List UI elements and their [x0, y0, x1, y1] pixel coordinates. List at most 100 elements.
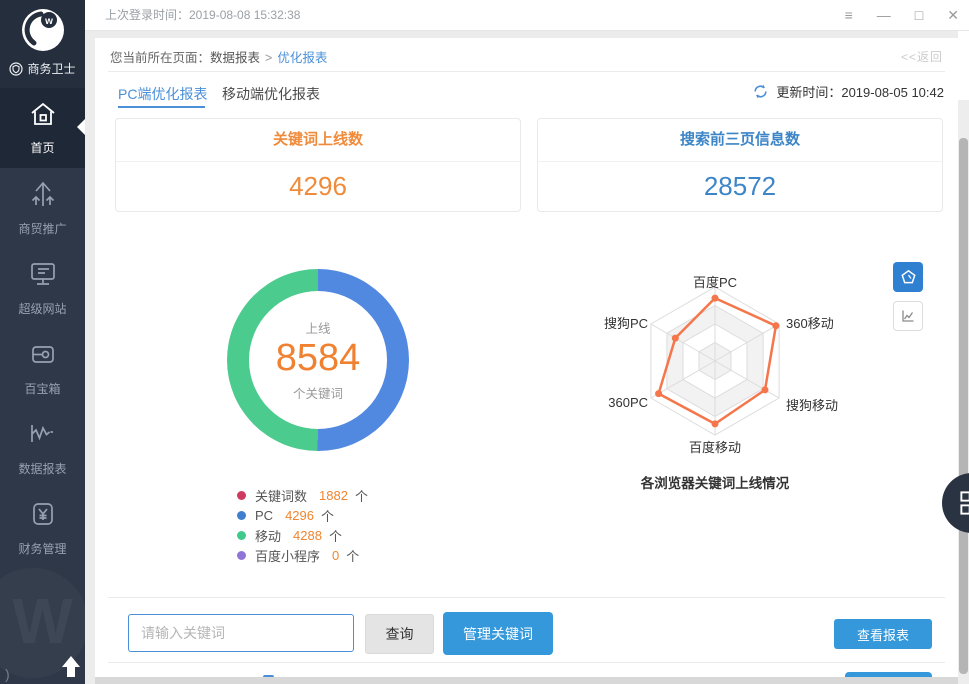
scroll-to-top-arrow[interactable]: [62, 656, 80, 677]
breadcrumb-current[interactable]: 优化报表: [277, 51, 327, 65]
legend-value: 1882: [319, 488, 348, 503]
titlebar: 上次登录时间：2019-08-08 15:32:38 ≡ — □ ✕: [85, 0, 969, 31]
stat-card-value: 4296: [116, 162, 520, 211]
sidebar-item-toolbox[interactable]: 百宝箱: [0, 328, 85, 408]
query-button[interactable]: 查询: [365, 614, 434, 654]
horizontal-scrollbar[interactable]: [95, 677, 958, 684]
update-time-text: 更新时间：2019-08-05 10:42: [776, 82, 944, 101]
breadcrumb-label: 您当前所在页面：: [110, 51, 210, 65]
donut-legend: 关键词数 1882 个 PC 4296 个 移动 4288 个 百度小程序 0 …: [237, 485, 368, 565]
donut-chart: 上线 8584 个关键词: [227, 269, 409, 451]
tab-pc-report[interactable]: PC端优化报表: [118, 84, 207, 104]
last-login-text: 上次登录时间：2019-08-08 15:32:38: [105, 0, 300, 30]
brand: 商务卫士: [0, 60, 85, 77]
close-icon[interactable]: ✕: [947, 8, 959, 22]
radar-view-button[interactable]: [893, 262, 923, 292]
keyword-input[interactable]: [128, 614, 354, 652]
sidebar-item-trade-promotion[interactable]: 商贸推广: [0, 168, 85, 248]
main-panel: 您当前所在页面：数据报表 > 优化报表 <<返回 PC端优化报表 移动端优化报表 更…: [95, 38, 958, 684]
donut-label-top: 上线: [305, 318, 330, 337]
legend-item: 关键词数 1882 个: [237, 485, 368, 505]
refresh-area: 更新时间：2019-08-05 10:42: [752, 82, 944, 101]
legend-label: 关键词数: [255, 486, 307, 505]
legend-dot: [237, 531, 246, 540]
brand-area: w 商务卫士: [0, 0, 85, 88]
radar-axis-label: 360移动: [786, 313, 834, 332]
legend-item: 移动 4288 个: [237, 525, 368, 545]
arrow-up-icon: [62, 656, 80, 667]
sidebar-item-label: 首页: [30, 139, 54, 156]
sidebar-item-label: 超级网站: [18, 300, 66, 317]
toolbox-icon: [28, 339, 58, 374]
brand-name: 商务卫士: [27, 60, 75, 77]
legend-value: 0: [332, 548, 339, 563]
app-window: w 商务卫士 首页: [0, 0, 969, 684]
line-chart-icon: [28, 419, 58, 454]
donut-label-bottom: 个关键词: [293, 383, 343, 402]
stat-card-title: 搜索前三页信息数: [538, 119, 942, 162]
home-icon: [28, 100, 58, 133]
breadcrumb-separator: >: [265, 51, 272, 65]
legend-unit: 个: [329, 526, 342, 545]
breadcrumb-section: 数据报表: [210, 51, 260, 65]
legend-item: PC 4296 个: [237, 505, 368, 525]
radar-axis-label: 搜狗移动: [786, 395, 838, 414]
refresh-icon[interactable]: [752, 83, 769, 100]
stat-card-top3-pages: 搜索前三页信息数 28572: [537, 118, 943, 212]
divider: [108, 597, 945, 598]
legend-unit: 个: [355, 486, 368, 505]
sidebar-item-label: 商贸推广: [18, 220, 66, 237]
breadcrumb: 您当前所在页面：数据报表 > 优化报表: [110, 47, 327, 66]
divider: [108, 662, 945, 663]
active-tab-underline: [118, 106, 205, 108]
stat-card-title: 关键词上线数: [116, 119, 520, 162]
sidebar-watermark-bracket: ): [5, 666, 10, 682]
sidebar-item-label: 百宝箱: [24, 380, 60, 397]
radar-axis-label: 360PC: [608, 395, 648, 410]
brand-badge-icon: [9, 62, 23, 76]
legend-dot: [237, 511, 246, 520]
sidebar-item-super-website[interactable]: 超级网站: [0, 248, 85, 328]
legend-label: 移动: [255, 526, 281, 545]
tab-mobile-report[interactable]: 移动端优化报表: [222, 84, 320, 104]
sidebar-item-label: 数据报表: [18, 460, 66, 477]
scrollbar-thumb[interactable]: [959, 138, 968, 674]
minimize-icon[interactable]: —: [877, 8, 891, 22]
stat-card-value: 28572: [538, 162, 942, 211]
window-controls: ≡ — □ ✕: [845, 0, 959, 30]
radar-chart: [635, 281, 795, 441]
sidebar: w 商务卫士 首页: [0, 0, 85, 684]
legend-dot: [237, 491, 246, 500]
pentagon-icon: [900, 269, 917, 285]
legend-label: 百度小程序: [255, 546, 320, 565]
promotion-arrows-icon: [28, 179, 58, 214]
monitor-icon: [28, 259, 58, 294]
qr-code-icon: [959, 490, 969, 516]
donut-value: 8584: [276, 337, 361, 381]
trend-view-button[interactable]: [893, 301, 923, 331]
sidebar-item-home[interactable]: 首页: [0, 88, 85, 168]
back-link[interactable]: <<返回: [901, 48, 943, 65]
sidebar-item-finance[interactable]: 财务管理: [0, 488, 85, 568]
sidebar-item-data-report[interactable]: 数据报表: [0, 408, 85, 488]
svg-text:w: w: [44, 16, 53, 27]
donut-center: 上线 8584 个关键词: [249, 291, 387, 429]
trend-chart-icon: [900, 308, 916, 324]
yuan-icon: [28, 499, 58, 534]
legend-label: PC: [255, 508, 273, 523]
active-item-notch: [77, 119, 85, 135]
manage-keywords-button[interactable]: 管理关键词: [443, 612, 553, 655]
maximize-icon[interactable]: □: [915, 8, 923, 22]
legend-item: 百度小程序 0 个: [237, 545, 368, 565]
menu-icon[interactable]: ≡: [845, 8, 853, 22]
legend-value: 4296: [285, 508, 314, 523]
legend-unit: 个: [321, 506, 334, 525]
legend-value: 4288: [293, 528, 322, 543]
sidebar-item-label: 财务管理: [18, 540, 66, 557]
legend-dot: [237, 551, 246, 560]
view-report-button[interactable]: 查看报表: [834, 619, 932, 649]
radar-axis-label: 百度移动: [689, 437, 741, 456]
app-logo-icon: w: [20, 7, 66, 53]
sidebar-nav: 首页 商贸推广 超级网站: [0, 88, 85, 568]
divider: [108, 71, 945, 72]
